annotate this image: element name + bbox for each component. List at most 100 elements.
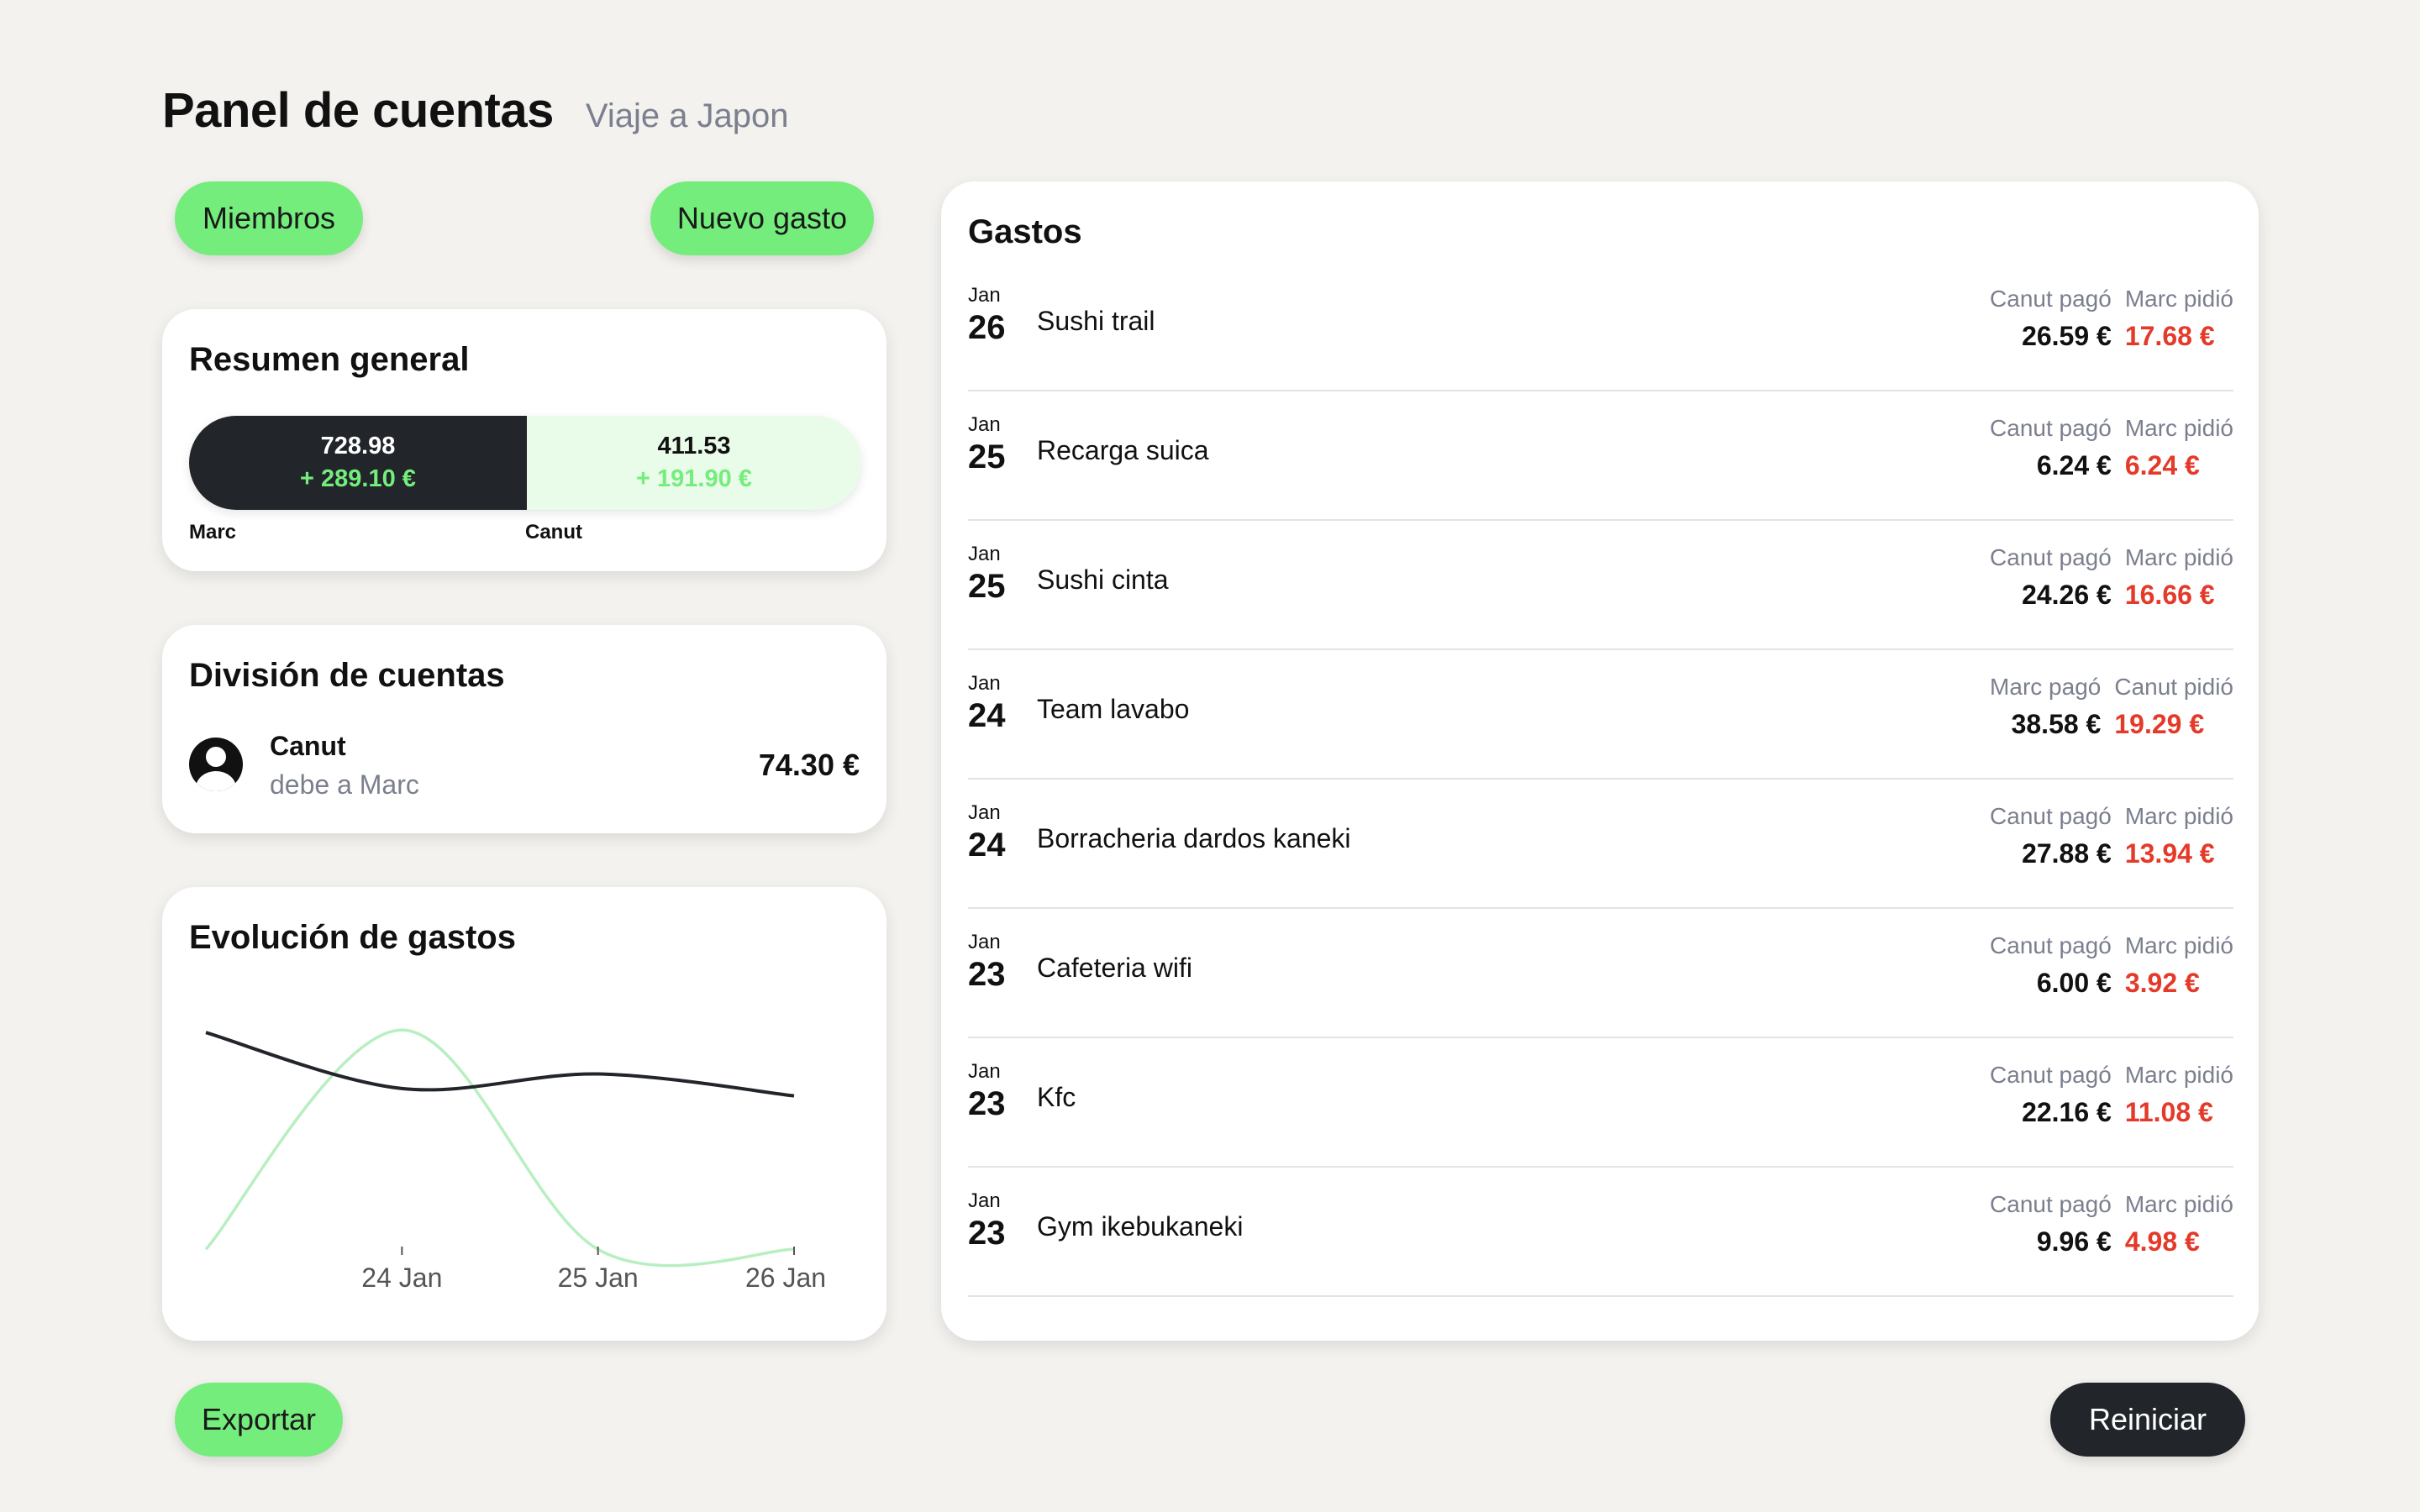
member-label-canut: Canut bbox=[525, 521, 582, 543]
page-title: Panel de cuentas bbox=[162, 83, 554, 138]
expense-amounts: Canut pagó 22.16 € Marc pidió 11.08 € bbox=[1990, 1062, 2233, 1128]
payer-label: Canut pagó bbox=[1990, 415, 2112, 441]
x-tick-label: 25 Jan bbox=[558, 1263, 639, 1293]
asked-column: Marc pidió 4.98 € bbox=[2125, 1191, 2233, 1257]
canut-delta: + 191.90 € bbox=[636, 465, 752, 492]
expense-name: Borracheria dardos kaneki bbox=[1037, 823, 1351, 853]
asked-column: Marc pidió 13.94 € bbox=[2125, 803, 2233, 869]
expense-name: Sushi cinta bbox=[1037, 564, 1169, 595]
page-header: Panel de cuentas Viaje a Japon bbox=[162, 82, 789, 139]
reset-button[interactable]: Reiniciar bbox=[2050, 1383, 2245, 1457]
asker-label: Marc pidió bbox=[2124, 1062, 2233, 1088]
expense-amounts: Canut pagó 26.59 € Marc pidió 17.68 € bbox=[1990, 286, 2233, 352]
expense-day: 23 bbox=[968, 1215, 1006, 1252]
expense-row[interactable]: Jan 26 Sushi trail Canut pagó 26.59 € Marc pi… bbox=[968, 262, 2233, 391]
expense-day: 24 bbox=[968, 827, 1006, 864]
payer-label: Canut pagó bbox=[1990, 1062, 2112, 1088]
expense-row[interactable]: Jan 24 Borracheria dardos kaneki Canut pagó… bbox=[968, 780, 2233, 909]
summary-card: Resumen general 728.98 + 289.10 € 411.53… bbox=[162, 309, 886, 571]
asked-amount: 3.92 € bbox=[2124, 968, 2200, 998]
paid-column: Canut pagó 27.88 € bbox=[1990, 803, 2112, 869]
expense-day: 25 bbox=[968, 438, 1006, 475]
payer-label: Canut pagó bbox=[1990, 1191, 2112, 1217]
asker-label: Marc pidió bbox=[2124, 803, 2233, 829]
asked-column: Canut pidió 19.29 € bbox=[2114, 674, 2233, 740]
marc-delta: + 289.10 € bbox=[300, 465, 416, 492]
paid-column: Canut pagó 26.59 € bbox=[1990, 286, 2112, 352]
expense-month: Jan bbox=[968, 543, 1001, 565]
new-expense-button[interactable]: Nuevo gasto bbox=[650, 181, 874, 255]
member-label-marc: Marc bbox=[189, 521, 237, 543]
expense-name: Recarga suica bbox=[1037, 435, 1209, 465]
expense-row[interactable]: Jan 23 Gym ikebukaneki Canut pagó 9.96 € Marc… bbox=[968, 1168, 2233, 1297]
paid-column: Marc pagó 38.58 € bbox=[1990, 674, 2101, 740]
expense-name: Team lavabo bbox=[1037, 694, 1190, 724]
summary-title: Resumen general bbox=[189, 341, 470, 378]
asker-label: Marc pidió bbox=[2124, 544, 2233, 570]
paid-column: Canut pagó 9.96 € bbox=[1990, 1191, 2112, 1257]
expense-name: Cafeteria wifi bbox=[1037, 953, 1192, 983]
expense-day: 23 bbox=[968, 956, 1006, 993]
export-button[interactable]: Exportar bbox=[175, 1383, 343, 1457]
balance-segment-marc: 728.98 + 289.10 € bbox=[189, 416, 527, 510]
expenses-card: Gastos Jan 26 Sushi trail Canut pagó 26.59 €… bbox=[941, 181, 2259, 1341]
paid-amount: 22.16 € bbox=[2022, 1097, 2112, 1127]
debtor-name: Canut bbox=[270, 731, 346, 761]
asked-amount: 19.29 € bbox=[2114, 709, 2205, 739]
asked-column: Marc pidió 17.68 € bbox=[2125, 286, 2233, 352]
asker-label: Marc pidió bbox=[2124, 932, 2233, 958]
asked-amount: 16.66 € bbox=[2124, 580, 2215, 610]
payer-label: Canut pagó bbox=[1990, 286, 2112, 312]
asker-label: Marc pidió bbox=[2124, 1191, 2233, 1217]
paid-column: Canut pagó 22.16 € bbox=[1990, 1062, 2112, 1128]
asker-label: Canut pidió bbox=[2114, 674, 2233, 700]
expense-name: Gym ikebukaneki bbox=[1037, 1211, 1244, 1242]
asked-amount: 11.08 € bbox=[2124, 1097, 2213, 1127]
members-button[interactable]: Miembros bbox=[175, 181, 363, 255]
asked-amount: 4.98 € bbox=[2124, 1226, 2200, 1257]
division-title: División de cuentas bbox=[189, 657, 505, 694]
payer-label: Canut pagó bbox=[1990, 544, 2112, 570]
asked-amount: 17.68 € bbox=[2124, 321, 2215, 351]
paid-amount: 38.58 € bbox=[2011, 709, 2102, 739]
expense-row[interactable]: Jan 24 Team lavabo Marc pagó 38.58 € Canut pi… bbox=[968, 650, 2233, 780]
asked-column: Marc pidió 11.08 € bbox=[2125, 1062, 2233, 1128]
paid-column: Canut pagó 6.00 € bbox=[1990, 932, 2112, 999]
expense-row[interactable]: Jan 25 Sushi cinta Canut pagó 24.26 € Marc pi… bbox=[968, 521, 2233, 650]
expense-amounts: Canut pagó 24.26 € Marc pidió 16.66 € bbox=[1990, 544, 2233, 611]
paid-column: Canut pagó 6.24 € bbox=[1990, 415, 2112, 481]
paid-amount: 9.96 € bbox=[2036, 1226, 2112, 1257]
asked-column: Marc pidió 3.92 € bbox=[2125, 932, 2233, 999]
series-line-1 bbox=[204, 1028, 795, 1268]
expense-name: Kfc bbox=[1037, 1082, 1076, 1112]
paid-amount: 24.26 € bbox=[2022, 580, 2112, 610]
expense-day: 26 bbox=[968, 309, 1006, 346]
expense-amounts: Canut pagó 27.88 € Marc pidió 13.94 € bbox=[1990, 803, 2233, 869]
expense-amounts: Marc pagó 38.58 € Canut pidió 19.29 € bbox=[1990, 674, 2233, 740]
asker-label: Marc pidió bbox=[2124, 286, 2233, 312]
trip-name: Viaje a Japon bbox=[585, 97, 789, 134]
marc-total: 728.98 bbox=[320, 433, 396, 459]
expense-name: Sushi trail bbox=[1037, 306, 1155, 336]
evolution-card: Evolución de gastos 24 Jan 25 Jan 26 Jan bbox=[162, 887, 886, 1341]
expense-row[interactable]: Jan 23 Cafeteria wifi Canut pagó 6.00 € Marc … bbox=[968, 909, 2233, 1038]
expense-month: Jan bbox=[968, 801, 1001, 824]
expense-month: Jan bbox=[968, 931, 1001, 953]
series-line-0 bbox=[205, 1031, 795, 1098]
expenses-title: Gastos bbox=[968, 213, 1082, 250]
user-avatar-icon bbox=[189, 738, 243, 791]
asked-column: Marc pidió 16.66 € bbox=[2125, 544, 2233, 611]
balance-segment-canut: 411.53 + 191.90 € bbox=[527, 416, 861, 510]
debt-relation: debe a Marc bbox=[270, 769, 419, 800]
expense-row[interactable]: Jan 23 Kfc Canut pagó 22.16 € Marc pidió 11.08… bbox=[968, 1038, 2233, 1168]
paid-amount: 27.88 € bbox=[2022, 838, 2112, 869]
expense-amounts: Canut pagó 6.00 € Marc pidió 3.92 € bbox=[1990, 932, 2233, 999]
asked-amount: 13.94 € bbox=[2124, 838, 2215, 869]
expense-row[interactable]: Jan 25 Recarga suica Canut pagó 6.24 € Marc p… bbox=[968, 391, 2233, 521]
asked-column: Marc pidió 6.24 € bbox=[2125, 415, 2233, 481]
x-tick-label: 24 Jan bbox=[361, 1263, 442, 1293]
paid-amount: 26.59 € bbox=[2022, 321, 2112, 351]
expense-month: Jan bbox=[968, 1060, 1001, 1083]
paid-column: Canut pagó 24.26 € bbox=[1990, 544, 2112, 611]
paid-amount: 6.00 € bbox=[2036, 968, 2112, 998]
